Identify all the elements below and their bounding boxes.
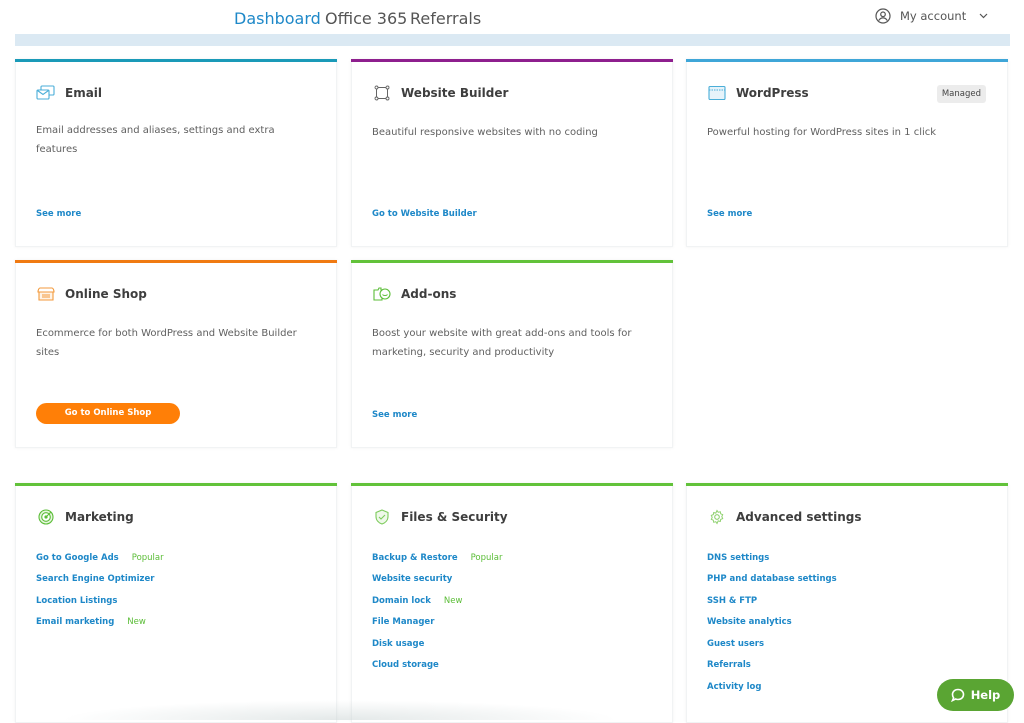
card-accent-bar	[351, 260, 673, 263]
website-builder-card: Website Builder Beautiful responsive web…	[351, 59, 673, 247]
user-circle-icon	[875, 8, 891, 24]
nav-dashboard[interactable]: Dashboard	[234, 9, 321, 28]
email-marketing-link[interactable]: Email marketing	[36, 617, 114, 627]
list-item: File Manager	[372, 612, 502, 634]
marketing-links: Go to Google Ads Popular Search Engine Op…	[36, 547, 164, 633]
card-title: WordPress	[736, 86, 809, 100]
card-description: Powerful hosting for WordPress sites in …	[707, 127, 937, 138]
seo-link[interactable]: Search Engine Optimizer	[36, 574, 154, 584]
chevron-down-icon	[979, 13, 988, 19]
new-tag: New	[443, 595, 463, 606]
help-button[interactable]: Help	[937, 679, 1014, 711]
go-to-website-builder-link[interactable]: Go to Website Builder	[372, 209, 477, 219]
browser-window-icon	[707, 84, 727, 102]
my-account-label: My account	[900, 9, 967, 23]
list-item: DNS settings	[707, 547, 837, 569]
card-title: Email	[65, 86, 103, 100]
managed-badge: Managed	[936, 85, 986, 103]
card-accent-bar	[351, 59, 673, 62]
list-item: SSH & FTP	[707, 590, 837, 612]
website-security-link[interactable]: Website security	[372, 574, 452, 584]
wordpress-see-more-link[interactable]: See more	[707, 209, 752, 219]
list-item: Disk usage	[372, 633, 502, 655]
card-title: Files & Security	[401, 510, 508, 524]
addons-icon	[372, 285, 392, 303]
website-analytics-link[interactable]: Website analytics	[707, 617, 792, 627]
my-account-menu[interactable]: My account	[875, 8, 997, 24]
card-accent-bar	[15, 260, 337, 263]
guest-users-link[interactable]: Guest users	[707, 639, 764, 649]
popular-tag: Popular	[470, 552, 503, 563]
header-banner-strip	[15, 34, 1010, 46]
card-accent-bar	[351, 483, 673, 486]
list-item: Website security	[372, 569, 502, 591]
list-item: PHP and database settings	[707, 569, 837, 591]
list-item: Cloud storage	[372, 655, 502, 677]
popular-tag: Popular	[131, 552, 164, 563]
list-item: Location Listings	[36, 590, 164, 612]
card-accent-bar	[686, 59, 1008, 62]
google-ads-link[interactable]: Go to Google Ads	[36, 553, 119, 563]
location-listings-link[interactable]: Location Listings	[36, 596, 117, 606]
activity-log-link[interactable]: Activity log	[707, 682, 761, 692]
card-title: Online Shop	[65, 287, 147, 301]
files-security-links: Backup & Restore Popular Website security…	[372, 547, 502, 676]
card-description: Beautiful responsive websites with no co…	[372, 127, 598, 138]
card-accent-bar	[686, 483, 1008, 486]
shield-icon	[372, 508, 392, 526]
list-item: Website analytics	[707, 612, 837, 634]
card-title: Marketing	[65, 510, 134, 524]
card-description: Ecommerce for both WordPress and Website…	[36, 328, 297, 358]
card-description: Email addresses and aliases, settings an…	[36, 125, 275, 155]
addons-see-more-link[interactable]: See more	[372, 410, 417, 420]
bottom-scroll-shadow	[60, 700, 620, 720]
card-title: Add-ons	[401, 287, 457, 301]
email-see-more-link[interactable]: See more	[36, 209, 81, 219]
shop-icon	[36, 285, 56, 303]
referrals-link[interactable]: Referrals	[707, 660, 751, 670]
top-navigation: Dashboard Office 365 Referrals My accoun…	[0, 0, 1024, 34]
card-accent-bar	[15, 483, 337, 486]
list-item: Email marketing New	[36, 612, 164, 634]
chat-bubble-icon	[950, 688, 964, 702]
files-security-card: Files & Security Backup & Restore Popular…	[351, 483, 673, 723]
gear-icon	[707, 508, 727, 526]
marketing-card: Marketing Go to Google Ads Popular Search…	[15, 483, 337, 723]
cloud-storage-link[interactable]: Cloud storage	[372, 660, 439, 670]
new-tag: New	[127, 617, 146, 628]
nav-office-365[interactable]: Office 365	[325, 9, 407, 28]
card-title: Advanced settings	[736, 510, 862, 524]
ssh-ftp-link[interactable]: SSH & FTP	[707, 596, 757, 606]
online-shop-card: Online Shop Ecommerce for both WordPress…	[15, 260, 337, 448]
wordpress-card: WordPress Managed Powerful hosting for W…	[686, 59, 1008, 247]
target-icon	[36, 508, 56, 526]
list-item: Domain lock New	[372, 590, 502, 612]
domain-lock-link[interactable]: Domain lock	[372, 596, 431, 606]
disk-usage-link[interactable]: Disk usage	[372, 639, 424, 649]
dns-settings-link[interactable]: DNS settings	[707, 553, 769, 563]
help-label: Help	[970, 688, 1001, 702]
list-item: Referrals	[707, 655, 837, 677]
nav-referrals[interactable]: Referrals	[410, 9, 481, 28]
list-item: Activity log	[707, 676, 837, 698]
backup-restore-link[interactable]: Backup & Restore	[372, 553, 458, 563]
website-builder-icon	[372, 84, 392, 102]
card-accent-bar	[15, 59, 337, 62]
card-description: Boost your website with great add-ons an…	[372, 328, 632, 358]
list-item: Guest users	[707, 633, 837, 655]
list-item: Go to Google Ads Popular	[36, 547, 164, 569]
file-manager-link[interactable]: File Manager	[372, 617, 434, 627]
php-database-settings-link[interactable]: PHP and database settings	[707, 574, 837, 584]
list-item: Backup & Restore Popular	[372, 547, 502, 569]
card-title: Website Builder	[401, 86, 509, 100]
email-icon	[36, 84, 56, 102]
addons-card: Add-ons Boost your website with great ad…	[351, 260, 673, 448]
advanced-settings-links: DNS settings PHP and database settings S…	[707, 547, 837, 698]
list-item: Search Engine Optimizer	[36, 569, 164, 591]
email-card: Email Email addresses and aliases, setti…	[15, 59, 337, 247]
go-to-online-shop-button[interactable]: Go to Online Shop	[36, 403, 180, 424]
